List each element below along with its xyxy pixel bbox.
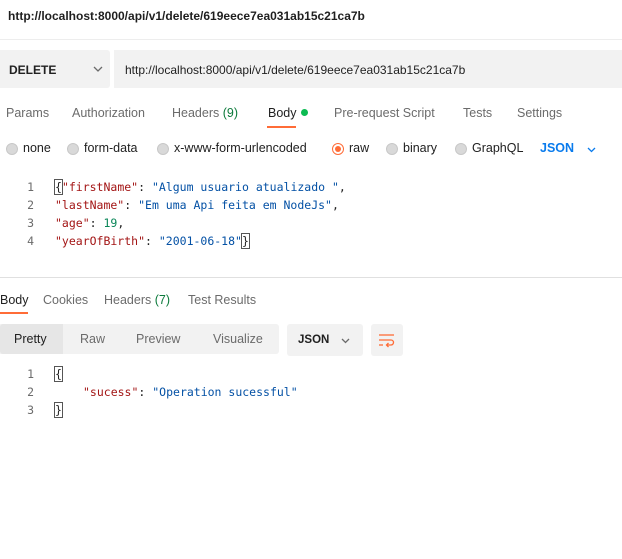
url-text: http://localhost:8000/api/v1/delete/619e… <box>125 63 466 77</box>
response-format-select[interactable]: JSON <box>287 324 363 356</box>
wrap-lines-button[interactable] <box>371 324 403 356</box>
code-line: { <box>54 366 63 385</box>
chevron-down-icon[interactable] <box>586 144 597 155</box>
tab-params[interactable]: Params <box>6 106 49 120</box>
response-view-toggle: Pretty Raw Preview Visualize <box>0 324 279 354</box>
chevron-down-icon <box>93 66 103 72</box>
line-number: 4 <box>27 234 34 248</box>
label-urlencoded[interactable]: x-www-form-urlencoded <box>174 141 307 155</box>
json-value: "2001-06-18" <box>158 234 242 248</box>
json-key: "lastName" <box>55 198 125 212</box>
line-number: 3 <box>27 216 34 230</box>
tab-tests[interactable]: Tests <box>463 106 492 120</box>
view-raw-button[interactable]: Raw <box>80 332 105 346</box>
method-label: DELETE <box>9 63 57 77</box>
pane-divider[interactable] <box>0 277 622 278</box>
open-brace: { <box>54 366 63 382</box>
line-number: 1 <box>27 180 34 194</box>
radio-form-data[interactable] <box>67 143 79 155</box>
code-line: {"firstName": "Algum usuario atualizado … <box>54 179 346 195</box>
tab-pre-request-script[interactable]: Pre-request Script <box>334 106 435 120</box>
tab-settings[interactable]: Settings <box>517 106 562 120</box>
view-visualize-button[interactable]: Visualize <box>213 332 263 346</box>
close-brace: } <box>240 233 250 249</box>
line-number: 1 <box>27 367 34 381</box>
url-input[interactable]: http://localhost:8000/api/v1/delete/619e… <box>114 50 622 88</box>
active-tab-underline <box>267 126 296 128</box>
line-number: 2 <box>27 385 34 399</box>
line-number: 3 <box>27 403 34 417</box>
code-line: } <box>54 402 63 421</box>
request-tabs: Params Authorization Headers (9) Body Pr… <box>0 100 622 130</box>
json-value: 19 <box>103 216 118 230</box>
tab-body-label: Body <box>268 106 297 120</box>
url-row: DELETE http://localhost:8000/api/v1/dele… <box>0 50 622 88</box>
code-line: "age": 19, <box>55 216 125 230</box>
response-tabs: Body Cookies Headers (7) Test Results <box>0 290 622 314</box>
tab-headers-count: (9) <box>222 106 239 120</box>
radio-binary[interactable] <box>386 143 398 155</box>
body-language-select[interactable]: JSON <box>540 141 574 155</box>
code-line: "sucess": "Operation sucessful" <box>83 385 298 399</box>
label-graphql[interactable]: GraphQL <box>472 141 523 155</box>
label-none[interactable]: none <box>23 141 51 155</box>
view-preview-button[interactable]: Preview <box>136 332 180 346</box>
json-value: "Algum usuario atualizado " <box>151 180 339 194</box>
json-value: "Em uma Api feita em NodeJs" <box>138 198 332 212</box>
json-key: "yearOfBirth" <box>55 234 146 248</box>
wrap-lines-icon <box>379 334 395 348</box>
json-key: "firstName" <box>61 180 139 194</box>
body-type-options: none form-data x-www-form-urlencoded raw… <box>0 138 622 160</box>
code-line: "lastName": "Em uma Api feita em NodeJs"… <box>55 198 339 212</box>
response-tab-cookies[interactable]: Cookies <box>43 293 88 307</box>
label-form-data[interactable]: form-data <box>84 141 138 155</box>
response-tab-test-results[interactable]: Test Results <box>188 293 256 307</box>
radio-none[interactable] <box>6 143 18 155</box>
line-number: 2 <box>27 198 34 212</box>
tab-authorization[interactable]: Authorization <box>72 106 145 120</box>
response-tab-body[interactable]: Body <box>0 293 29 307</box>
label-binary[interactable]: binary <box>403 141 437 155</box>
close-brace: } <box>54 402 63 418</box>
request-title[interactable]: http://localhost:8000/api/v1/delete/619e… <box>8 9 365 23</box>
label-raw[interactable]: raw <box>349 141 369 155</box>
json-value: "Operation sucessful" <box>152 385 298 399</box>
body-indicator-dot <box>300 109 308 116</box>
view-pretty-button[interactable]: Pretty <box>14 332 47 346</box>
chevron-down-icon <box>341 338 350 344</box>
radio-urlencoded[interactable] <box>157 143 169 155</box>
tab-headers-label: Headers <box>172 106 220 120</box>
response-tab-headers[interactable]: Headers (7) <box>104 293 170 307</box>
response-tab-headers-label: Headers <box>104 293 152 307</box>
radio-raw[interactable] <box>332 143 344 155</box>
json-key: "sucess" <box>83 385 139 399</box>
json-key: "age" <box>55 216 90 230</box>
tab-body[interactable]: Body <box>268 106 308 120</box>
code-line: "yearOfBirth": "2001-06-18"} <box>55 233 250 249</box>
tab-headers[interactable]: Headers (9) <box>172 106 238 120</box>
response-format-label: JSON <box>298 334 330 346</box>
response-tab-headers-count: (7) <box>154 293 171 307</box>
open-brace: { <box>54 179 63 195</box>
title-bar: http://localhost:8000/api/v1/delete/619e… <box>0 0 622 40</box>
method-select[interactable]: DELETE <box>0 50 110 88</box>
active-response-tab-underline <box>0 312 28 314</box>
radio-graphql[interactable] <box>455 143 467 155</box>
